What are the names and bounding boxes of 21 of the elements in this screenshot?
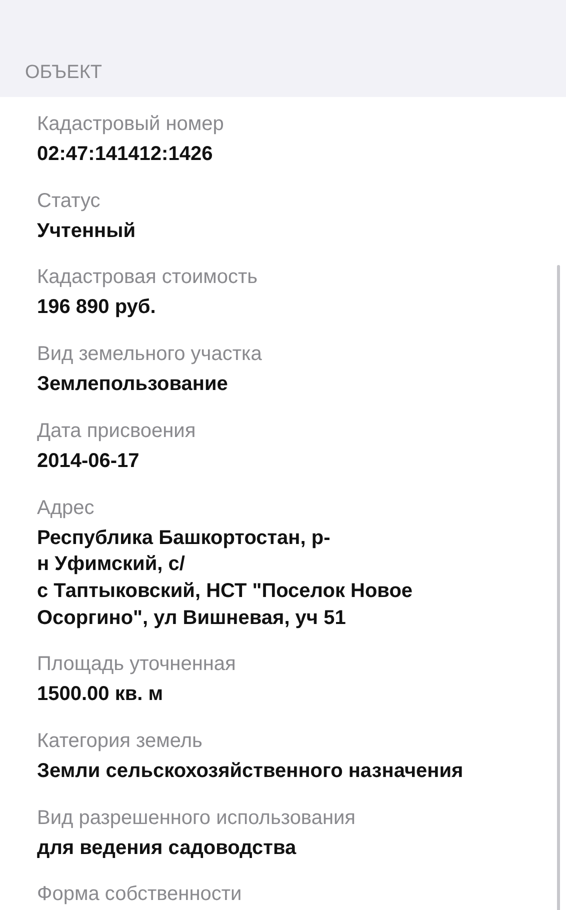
field-label: Площадь уточненная: [37, 652, 236, 678]
field-label: Статус: [37, 188, 100, 214]
field-value: 196 890 руб.: [37, 295, 156, 320]
field-value: Республика Башкортостан, р- н Уфимский, с/ с Таптыковский, НСТ "Поселок Новое Осоргино", ул Вишневая, уч 51: [37, 526, 413, 631]
field-label: Адрес: [37, 496, 94, 521]
field-value: Земли сельскохозяйственного назначения: [37, 759, 464, 784]
field-label: Вид земельного участка: [37, 342, 262, 368]
field-value: 02:47:141412:1426: [37, 142, 213, 167]
field-value: 1500.00 кв. м: [37, 682, 164, 708]
field-value: Учтенный: [37, 218, 136, 244]
field-label: Кадастровая стоимость: [37, 265, 258, 290]
field-value: 2014-06-17: [37, 448, 140, 474]
field-label: Кадастровый номер: [37, 112, 224, 137]
field-label: Дата присвоения: [37, 418, 196, 444]
section-title: ОБЪЕКТ: [25, 61, 102, 85]
field-label: Форма собственности: [37, 882, 242, 908]
field-value: Землепользование: [37, 372, 228, 398]
field-label: Вид разрешенного использования: [37, 806, 356, 831]
field-value: для ведения садоводства: [37, 836, 296, 861]
scrollbar-icon: [557, 265, 560, 910]
field-label: Категория земель: [37, 729, 202, 754]
